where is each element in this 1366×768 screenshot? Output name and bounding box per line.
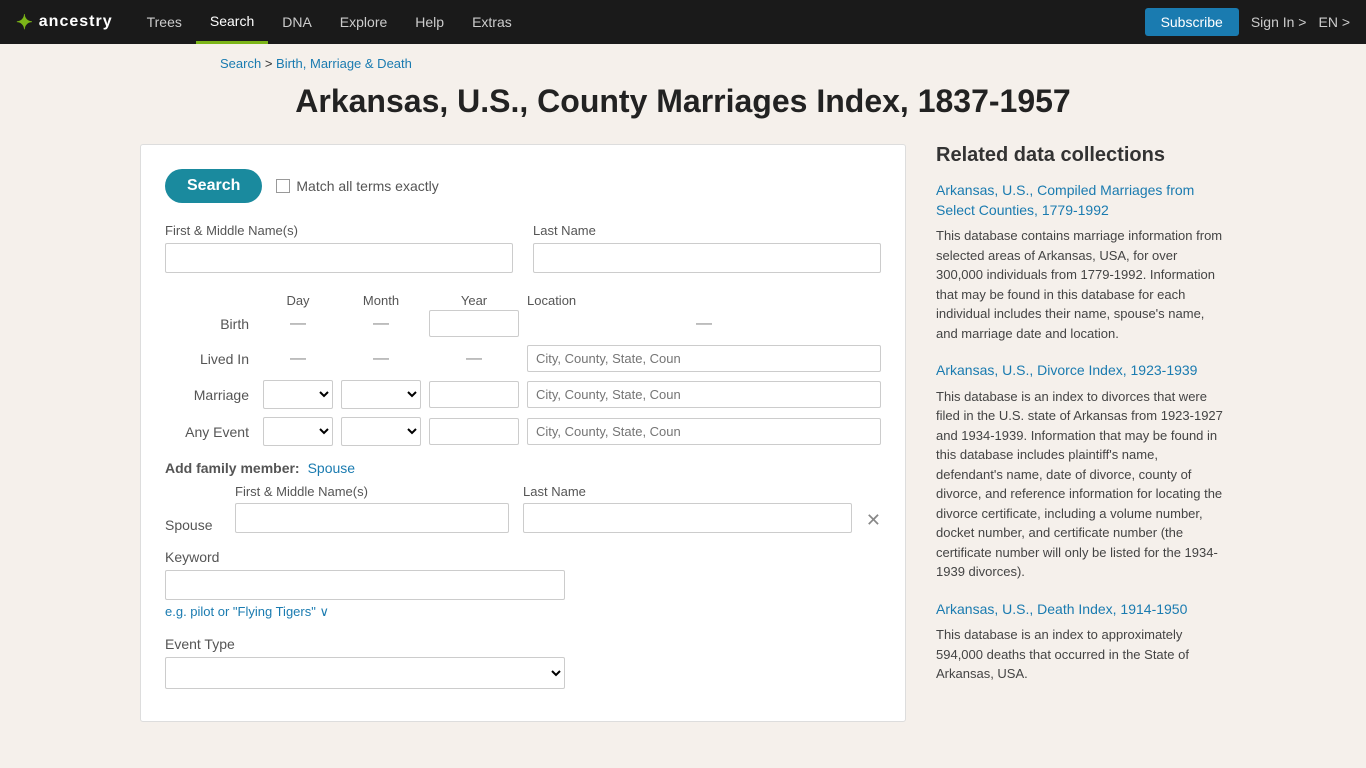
page-title: Arkansas, U.S., County Marriages Index, … [0,83,1366,120]
event-type-section: Event Type [165,636,881,689]
spouse-last-label: Last Name [523,484,852,499]
ancestry-icon: ✦ [16,10,33,35]
birth-month-dash: — [341,315,421,333]
logo-text: ancestry [39,13,113,31]
nav-explore[interactable]: Explore [326,0,401,44]
sidebar-desc-2: This database is an index to approximate… [936,625,1226,684]
lived-year-dash: — [429,350,519,368]
sidebar-link-2[interactable]: Arkansas, U.S., Death Index, 1914-1950 [936,600,1226,620]
search-form-container: Search Match all terms exactly First & M… [140,144,906,722]
subscribe-button[interactable]: Subscribe [1145,8,1239,36]
sidebar-link-0[interactable]: Arkansas, U.S., Compiled Marriages from … [936,181,1226,220]
spouse-first-label: First & Middle Name(s) [235,484,509,499]
sidebar-link-1[interactable]: Arkansas, U.S., Divorce Index, 1923-1939 [936,361,1226,381]
spouse-last-input[interactable] [523,503,852,533]
keyword-hint[interactable]: e.g. pilot or "Flying Tigers" ∨ [165,604,881,620]
signin-link[interactable]: Sign In > [1251,14,1307,30]
lived-in-label: Lived In [165,351,255,367]
event-type-select[interactable] [165,657,565,689]
spouse-last-group: Last Name [523,484,852,533]
spouse-close-button[interactable]: ✕ [866,510,881,533]
keyword-label: Keyword [165,549,881,565]
sidebar-title: Related data collections [936,144,1226,167]
any-event-location-input[interactable] [527,418,881,445]
breadcrumb: Search > Birth, Marriage & Death [0,44,1366,83]
nav-bar: ✦ ancestry Trees Search DNA Explore Help… [0,0,1366,44]
birth-location-dash: — [527,315,881,333]
breadcrumb-separator: > [261,56,276,71]
last-name-input[interactable] [533,243,881,273]
any-event-row: Any Event [165,417,881,446]
birth-day-dash: — [263,315,333,333]
spouse-first-group: First & Middle Name(s) [235,484,509,533]
nav-trees[interactable]: Trees [133,0,196,44]
spouse-link[interactable]: Spouse [308,460,355,476]
page-wrap: Search Match all terms exactly First & M… [0,144,1366,762]
any-event-label: Any Event [165,424,255,440]
sidebar-desc-0: This database contains marriage informat… [936,226,1226,343]
keyword-input[interactable] [165,570,565,600]
first-name-input[interactable] [165,243,513,273]
marriage-label: Marriage [165,387,255,403]
logo[interactable]: ✦ ancestry [16,10,113,35]
first-name-label: First & Middle Name(s) [165,223,513,238]
event-type-label: Event Type [165,636,881,652]
nav-extras[interactable]: Extras [458,0,526,44]
lived-month-dash: — [341,350,421,368]
lang-selector[interactable]: EN > [1318,14,1350,30]
search-card: Search Match all terms exactly First & M… [140,144,906,722]
spouse-row: Spouse First & Middle Name(s) Last Name … [165,484,881,533]
nav-search[interactable]: Search [196,0,268,44]
marriage-row: Marriage [165,380,881,409]
lived-in-row: Lived In — — — [165,345,881,372]
col-header-year: Year [429,293,519,308]
birth-year-input[interactable] [429,310,519,337]
nav-links: Trees Search DNA Explore Help Extras [133,0,1145,44]
sidebar-item-1: Arkansas, U.S., Divorce Index, 1923-1939… [936,361,1226,582]
match-label[interactable]: Match all terms exactly [276,178,438,194]
birth-label: Birth [165,316,255,332]
any-event-year-input[interactable] [429,418,519,445]
marriage-month-select[interactable] [341,380,421,409]
last-name-group: Last Name [533,223,881,273]
sidebar-desc-1: This database is an index to divorces th… [936,387,1226,582]
marriage-year-input[interactable] [429,381,519,408]
lived-location-input[interactable] [527,345,881,372]
col-header-location: Location [527,293,881,308]
family-member-label: Add family member: [165,460,300,476]
nav-help[interactable]: Help [401,0,458,44]
name-row: First & Middle Name(s) Last Name [165,223,881,273]
family-member-row: Add family member: Spouse [165,460,881,476]
spouse-first-input[interactable] [235,503,509,533]
search-top-row: Search Match all terms exactly [165,169,881,203]
keyword-section: Keyword e.g. pilot or "Flying Tigers" ∨ [165,549,881,620]
first-name-group: First & Middle Name(s) [165,223,513,273]
nav-right: Subscribe Sign In > EN > [1145,8,1350,36]
last-name-label: Last Name [533,223,881,238]
col-header-month: Month [341,293,421,308]
any-event-day-select[interactable] [263,417,333,446]
col-header-day: Day [263,293,333,308]
sidebar-item-0: Arkansas, U.S., Compiled Marriages from … [936,181,1226,343]
spouse-row-label: Spouse [165,495,221,533]
match-checkbox[interactable] [276,179,290,193]
marriage-day-select[interactable] [263,380,333,409]
birth-row: Birth — — — [165,310,881,337]
breadcrumb-section-link[interactable]: Birth, Marriage & Death [276,56,412,71]
sidebar: Related data collections Arkansas, U.S.,… [936,144,1226,722]
breadcrumb-search-link[interactable]: Search [220,56,261,71]
nav-dna[interactable]: DNA [268,0,326,44]
sidebar-item-2: Arkansas, U.S., Death Index, 1914-1950 T… [936,600,1226,684]
search-button[interactable]: Search [165,169,262,203]
match-text: Match all terms exactly [296,178,438,194]
lived-day-dash: — [263,350,333,368]
any-event-month-select[interactable] [341,417,421,446]
marriage-location-input[interactable] [527,381,881,408]
event-col-headers: Day Month Year Location [165,293,881,308]
